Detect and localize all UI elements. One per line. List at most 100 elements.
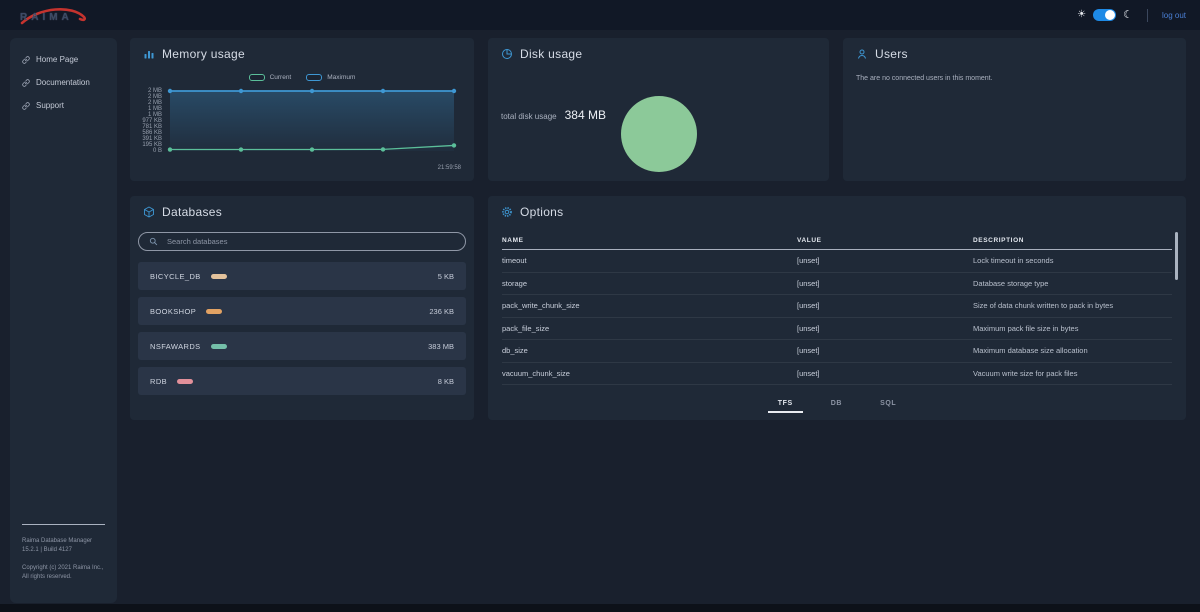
legend-label: Maximum	[327, 74, 355, 81]
option-description: Lock timeout in seconds	[973, 256, 1172, 265]
option-description: Maximum pack file size in bytes	[973, 324, 1172, 333]
memory-chart-area: 2 MB2 MB2 MB1 MB1 MB977 KB781 KB586 KB39…	[140, 88, 462, 154]
database-color-bar	[211, 274, 227, 279]
options-card-header: Options	[488, 196, 1186, 219]
divider	[1147, 9, 1148, 22]
database-color-bar	[206, 309, 222, 314]
disk-total: total disk usage 384 MB	[501, 108, 606, 122]
option-row[interactable]: timeout [unset] Lock timeout in seconds	[502, 250, 1172, 273]
memory-usage-card: Memory usage Current Maximum 2 MB2 MB2 M…	[130, 38, 474, 181]
option-description: Maximum database size allocation	[973, 346, 1172, 355]
scrollbar-thumb[interactable]	[1175, 232, 1178, 280]
memory-line-chart	[166, 88, 458, 154]
database-search[interactable]	[138, 232, 466, 251]
y-tick-label: 0 B	[140, 148, 162, 154]
link-icon	[22, 56, 30, 64]
sidebar-nav-item[interactable]: Documentation	[10, 71, 117, 94]
options-card: Options NAME VALUE DESCRIPTION timeout […	[488, 196, 1186, 420]
gear-icon	[501, 206, 513, 218]
sidebar-nav: Home Page Documentation Support	[10, 48, 117, 117]
option-description: Database storage type	[973, 279, 1172, 288]
database-row[interactable]: BICYCLE_DB 5 KB	[138, 262, 466, 290]
sidebar-footer-divider	[22, 524, 105, 525]
option-name: db_size	[502, 346, 797, 355]
sidebar-nav-label: Support	[36, 101, 64, 110]
database-name: BOOKSHOP	[150, 307, 196, 316]
sidebar-nav-item[interactable]: Home Page	[10, 48, 117, 71]
database-color-bar	[211, 344, 227, 349]
database-list: BICYCLE_DB 5 KB BOOKSHOP 236 KB NSFAWARD…	[138, 262, 466, 395]
column-header-description: DESCRIPTION	[973, 237, 1172, 244]
options-tabs: TFS DB SQL	[488, 397, 1186, 413]
moon-icon: ☾	[1123, 10, 1133, 21]
options-card-title: Options	[520, 205, 563, 219]
chart-time-label: 21:59:58	[438, 165, 461, 171]
option-value: [unset]	[797, 256, 973, 265]
option-value: [unset]	[797, 279, 973, 288]
option-value: [unset]	[797, 346, 973, 355]
theme-toggle[interactable]	[1093, 9, 1116, 21]
option-name: vacuum_chunk_size	[502, 369, 797, 378]
sun-icon: ☀	[1077, 10, 1086, 20]
option-row[interactable]: pack_write_chunk_size [unset] Size of da…	[502, 295, 1172, 318]
pie-chart-icon	[501, 48, 513, 60]
logout-link[interactable]: log out	[1162, 11, 1186, 20]
disk-card-title: Disk usage	[520, 47, 582, 61]
sidebar: Home Page Documentation Support Raima Da…	[10, 38, 117, 603]
options-tab[interactable]: SQL	[870, 397, 906, 413]
database-size: 383 MB	[428, 342, 454, 351]
database-name: NSFAWARDS	[150, 342, 201, 351]
disk-total-label: total disk usage	[501, 112, 557, 121]
legend-swatch	[306, 74, 322, 81]
sidebar-nav-label: Documentation	[36, 78, 90, 87]
option-row[interactable]: pack_file_size [unset] Maximum pack file…	[502, 318, 1172, 341]
legend-item[interactable]: Current	[249, 74, 292, 81]
legend-item[interactable]: Maximum	[306, 74, 355, 81]
options-tab[interactable]: TFS	[768, 397, 803, 413]
users-empty-message: The are no connected users in this momen…	[843, 61, 1186, 82]
legend-swatch	[249, 74, 265, 81]
database-row[interactable]: BOOKSHOP 236 KB	[138, 297, 466, 325]
user-icon	[856, 48, 868, 60]
database-row[interactable]: RDB 8 KB	[138, 367, 466, 395]
bottom-edge	[0, 604, 1200, 612]
raima-logo: RAIMA	[18, 4, 96, 28]
memory-chart-y-axis: 2 MB2 MB2 MB1 MB1 MB977 KB781 KB586 KB39…	[140, 88, 166, 154]
sidebar-nav-label: Home Page	[36, 55, 78, 64]
database-name: BICYCLE_DB	[150, 272, 201, 281]
database-size: 5 KB	[438, 272, 454, 281]
column-header-name: NAME	[502, 237, 797, 244]
database-size: 8 KB	[438, 377, 454, 386]
toggle-knob	[1105, 10, 1115, 20]
link-icon	[22, 102, 30, 110]
users-card-header: Users	[843, 38, 1186, 61]
link-icon	[22, 79, 30, 87]
disk-usage-card: Disk usage total disk usage 384 MB	[488, 38, 829, 181]
option-name: pack_write_chunk_size	[502, 301, 797, 310]
cube-icon	[143, 206, 155, 218]
logo-text: RAIMA	[20, 12, 73, 23]
memory-card-title: Memory usage	[162, 47, 245, 61]
bar-chart-icon	[143, 48, 155, 60]
option-row[interactable]: storage [unset] Database storage type	[502, 273, 1172, 296]
option-name: timeout	[502, 256, 797, 265]
databases-card-header: Databases	[130, 196, 474, 219]
sidebar-nav-item[interactable]: Support	[10, 94, 117, 117]
options-tab[interactable]: DB	[821, 397, 852, 413]
option-row[interactable]: db_size [unset] Maximum database size al…	[502, 340, 1172, 363]
option-row[interactable]: vacuum_chunk_size [unset] Vacuum write s…	[502, 363, 1172, 386]
database-row[interactable]: NSFAWARDS 383 MB	[138, 332, 466, 360]
copyright-text: Copyright (c) 2021 Raima Inc., All right…	[22, 564, 105, 582]
users-card-title: Users	[875, 47, 908, 61]
disk-pie-chart[interactable]	[621, 96, 697, 172]
app-version-text: Raima Database Manager 15.2.1 | Build 41…	[22, 537, 105, 555]
option-description: Size of data chunk written to pack in by…	[973, 301, 1172, 310]
database-size: 236 KB	[429, 307, 454, 316]
option-name: pack_file_size	[502, 324, 797, 333]
top-bar: RAIMA ☀ ☾ log out	[0, 0, 1200, 30]
search-input[interactable]	[167, 237, 455, 246]
option-value: [unset]	[797, 369, 973, 378]
databases-card-title: Databases	[162, 205, 222, 219]
options-scrollbar[interactable]	[1175, 232, 1178, 390]
database-color-bar	[177, 379, 193, 384]
